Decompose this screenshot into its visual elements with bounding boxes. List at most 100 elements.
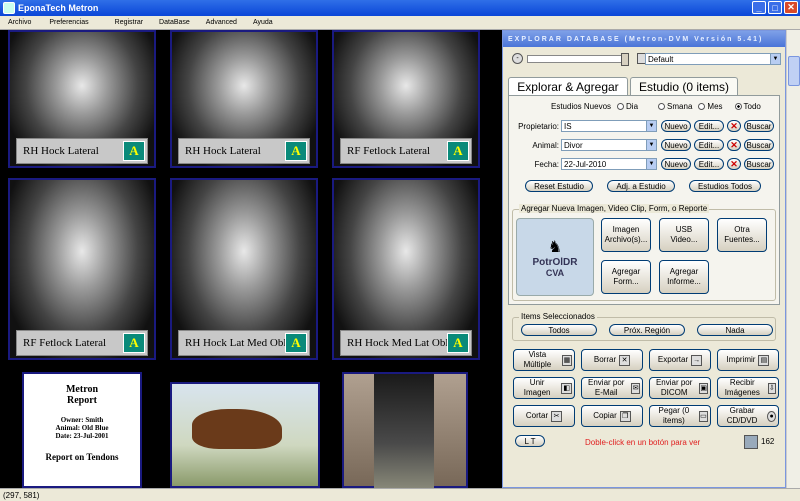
copy-button[interactable]: Copiar ❐ bbox=[581, 405, 643, 427]
date-edit-button[interactable]: Edit... bbox=[694, 158, 724, 170]
export-button[interactable]: Exportar → bbox=[649, 349, 711, 371]
title-bar: EponaTech Metron _ □ ✕ bbox=[0, 0, 800, 16]
dicom-send-button[interactable]: Enviar por DICOM ▣ bbox=[649, 377, 711, 399]
thumbnail-tile[interactable]: RH Hock Lateral A bbox=[8, 30, 156, 168]
hoof-photo-thumbnail[interactable] bbox=[342, 372, 468, 490]
lt-button[interactable]: L T bbox=[515, 435, 545, 447]
preset-select[interactable]: Default ▼ bbox=[645, 53, 781, 65]
animal-search-button[interactable]: Buscar bbox=[744, 139, 774, 151]
paste-button[interactable]: Pegar (0 items) ▭ bbox=[649, 405, 711, 427]
tile-logo-icon: A bbox=[123, 141, 145, 161]
owner-edit-button[interactable]: Edit... bbox=[694, 120, 724, 132]
vertical-scrollbar[interactable] bbox=[786, 30, 800, 488]
app-icon bbox=[3, 2, 15, 14]
thumbnail-caption: RF Fetlock Lateral A bbox=[340, 138, 472, 164]
brand-name: PotrOlDR bbox=[532, 256, 578, 268]
merge-image-button[interactable]: Unir Imagen ◧ bbox=[513, 377, 575, 399]
owner-label: Propietario: bbox=[518, 121, 559, 131]
cursor-coords: (297, 581) bbox=[3, 490, 40, 500]
add-form-button[interactable]: Agregar Form... bbox=[601, 260, 651, 294]
menu-database[interactable]: DataBase bbox=[151, 19, 198, 26]
burn-disc-button[interactable]: Grabar CD/DVD ● bbox=[717, 405, 779, 427]
close-button[interactable]: ✕ bbox=[784, 1, 798, 14]
zoom-out-icon[interactable]: - bbox=[512, 53, 523, 64]
image-files-button[interactable]: Imagen Archivo(s)... bbox=[601, 218, 651, 252]
window-title: EponaTech Metron bbox=[18, 3, 99, 13]
report-date: Date: 23-Jul-2001 bbox=[55, 432, 109, 440]
thumbnail-tile[interactable]: RF Fetlock Lateral A bbox=[332, 30, 480, 168]
date-delete-button[interactable]: ✕ bbox=[727, 158, 741, 170]
minimize-button[interactable]: _ bbox=[752, 1, 766, 14]
owner-row: Propietario: IS ▼ Nuevo Edit... ✕ Buscar bbox=[513, 120, 777, 132]
radio-dia[interactable]: Dia bbox=[617, 102, 638, 111]
multi-view-button[interactable]: Vista Múltiple ▦ bbox=[513, 349, 575, 371]
select-none-button[interactable]: Nada bbox=[697, 324, 773, 336]
print-button[interactable]: Imprimir ▤ bbox=[717, 349, 779, 371]
thumbnail-tile[interactable]: RH Hock Lateral A bbox=[170, 30, 318, 168]
copy-icon: ❐ bbox=[619, 410, 631, 422]
date-row: Fecha: 22-Jul-2010 ▼ Nuevo Edit... ✕ Busc… bbox=[513, 158, 777, 170]
horse-icon: ♞ bbox=[547, 238, 563, 256]
tab-explorar[interactable]: Explorar & Agregar bbox=[508, 77, 628, 95]
usb-video-button[interactable]: USB Video... bbox=[659, 218, 709, 252]
report-heading: Report on Tendons bbox=[45, 452, 119, 462]
other-sources-button[interactable]: Otra Fuentes... bbox=[717, 218, 767, 252]
delete-button[interactable]: Borrar ✕ bbox=[581, 349, 643, 371]
thumbnail-tile[interactable]: RF Fetlock Lateral A bbox=[8, 178, 156, 360]
radio-smana[interactable]: Smana bbox=[658, 102, 692, 111]
tab-estudio[interactable]: Estudio (0 items) bbox=[630, 77, 738, 95]
thumbnail-tile[interactable]: RH Hock Med Lat Obl A bbox=[332, 178, 480, 360]
attach-study-button[interactable]: Adj. a Estudio bbox=[607, 180, 675, 192]
owner-search-button[interactable]: Buscar bbox=[744, 120, 774, 132]
potro-logo: ♞ PotrOlDR CVA bbox=[516, 218, 594, 296]
add-media-group-title: Agregar Nueva Imagen, Video Clip, Form, … bbox=[519, 204, 710, 213]
add-report-button[interactable]: Agregar Informe... bbox=[659, 260, 709, 294]
disc-icon: ● bbox=[767, 410, 776, 422]
tile-logo-icon: A bbox=[123, 333, 145, 353]
printer-icon: ▤ bbox=[758, 354, 770, 366]
animal-new-button[interactable]: Nuevo bbox=[661, 139, 691, 151]
trash-can-icon[interactable] bbox=[744, 435, 758, 449]
chevron-down-icon: ▼ bbox=[646, 121, 656, 131]
item-count: 162 bbox=[761, 437, 775, 446]
owner-field[interactable]: IS ▼ bbox=[561, 120, 657, 132]
owner-new-button[interactable]: Nuevo bbox=[661, 120, 691, 132]
menu-ayuda[interactable]: Ayuda bbox=[245, 19, 281, 26]
panel-header: EXPLORAR DATABASE (Metron-DVM Versión 5.… bbox=[503, 31, 785, 47]
cut-button[interactable]: Cortar ✂ bbox=[513, 405, 575, 427]
radio-mes[interactable]: Mes bbox=[698, 102, 723, 111]
menu-registrar[interactable]: Registrar bbox=[97, 19, 151, 26]
thumbnail-tile[interactable]: RH Hock Lat Med Obl A bbox=[170, 178, 318, 360]
menu-advanced[interactable]: Advanced bbox=[198, 19, 245, 26]
zoom-slider[interactable] bbox=[527, 52, 629, 66]
menu-archivo[interactable]: Archivo bbox=[0, 19, 39, 26]
all-studies-button[interactable]: Estudios Todos bbox=[689, 180, 761, 192]
animal-delete-button[interactable]: ✕ bbox=[727, 139, 741, 151]
tile-logo-icon: A bbox=[447, 141, 469, 161]
new-studies-label: Estudios Nuevos bbox=[551, 102, 612, 111]
maximize-button[interactable]: □ bbox=[768, 1, 782, 14]
menu-preferencias[interactable]: Preferencias bbox=[39, 19, 96, 26]
owner-delete-button[interactable]: ✕ bbox=[727, 120, 741, 132]
study-buttons-row: Reset Estudio Adj. a Estudio Estudios To… bbox=[525, 180, 761, 192]
date-field[interactable]: 22-Jul-2010 ▼ bbox=[561, 158, 657, 170]
status-bar: (297, 581) bbox=[0, 488, 800, 501]
scrollbar-thumb[interactable] bbox=[788, 56, 800, 86]
report-owner: Owner: Smith bbox=[60, 416, 104, 424]
hint-text: Doble-click en un botón para ver bbox=[585, 438, 701, 447]
select-all-button[interactable]: Todos bbox=[521, 324, 597, 336]
email-button[interactable]: Enviar por E-Mail ✉ bbox=[581, 377, 643, 399]
thumbnail-caption: RH Hock Lat Med Obl A bbox=[178, 330, 310, 356]
receive-images-button[interactable]: Recibir Imágenes ⇩ bbox=[717, 377, 779, 399]
date-new-button[interactable]: Nuevo bbox=[661, 158, 691, 170]
report-thumbnail[interactable]: Metron Report Owner: Smith Animal: Old B… bbox=[22, 372, 142, 488]
horse-photo-thumbnail[interactable] bbox=[170, 382, 320, 488]
next-region-button[interactable]: Próx. Región bbox=[609, 324, 685, 336]
animal-edit-button[interactable]: Edit... bbox=[694, 139, 724, 151]
reset-study-button[interactable]: Reset Estudio bbox=[525, 180, 593, 192]
date-search-button[interactable]: Buscar bbox=[744, 158, 774, 170]
grid-icon: ▦ bbox=[561, 354, 572, 366]
animal-field[interactable]: Divor ▼ bbox=[561, 139, 657, 151]
trash-icon: ✕ bbox=[619, 354, 631, 366]
radio-todo[interactable]: Todo bbox=[734, 102, 761, 111]
